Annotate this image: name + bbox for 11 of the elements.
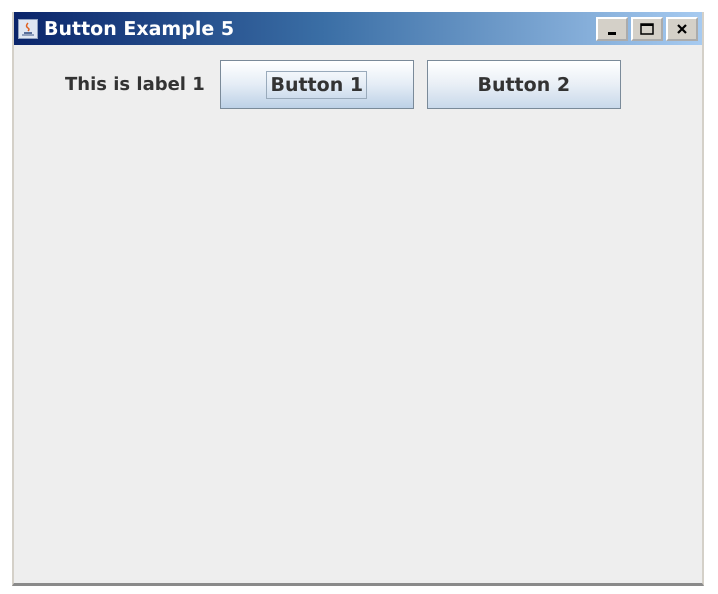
maximize-button[interactable]	[631, 16, 663, 40]
minimize-icon	[608, 32, 616, 35]
window-title: Button Example 5	[44, 18, 234, 40]
push-button[interactable]: Button 1	[220, 60, 414, 109]
push-button[interactable]: Button 2	[426, 60, 621, 109]
label-text: This is label 1	[65, 74, 205, 95]
coffee-cup-icon	[18, 18, 38, 38]
close-button[interactable]	[666, 16, 698, 40]
minimize-button[interactable]	[596, 16, 628, 40]
maximize-icon	[640, 22, 654, 34]
close-icon	[676, 22, 688, 34]
